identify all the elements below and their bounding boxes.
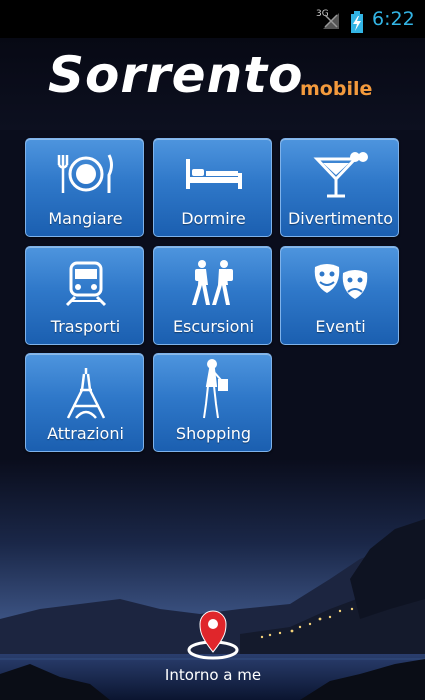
- train-icon: [26, 259, 145, 307]
- tile-label: Escursioni: [172, 317, 255, 336]
- menu-tile-divertimento[interactable]: Divertimento: [280, 138, 399, 237]
- menu-tile-dormire[interactable]: Dormire: [153, 138, 272, 237]
- app-main: Sorrento mobile Mangiare Dormire Diverti…: [0, 38, 425, 700]
- cocktail-icon: [281, 151, 400, 199]
- hikers-icon: [154, 259, 273, 307]
- plate-cutlery-icon: [26, 151, 145, 199]
- menu-tile-eventi[interactable]: Eventi: [280, 246, 399, 345]
- shopper-icon: [154, 359, 273, 419]
- tile-label: Trasporti: [50, 317, 121, 336]
- tile-label: Shopping: [175, 424, 252, 443]
- tile-label: Mangiare: [48, 209, 123, 228]
- battery-charging-icon: [351, 11, 363, 33]
- menu-tile-mangiare[interactable]: Mangiare: [25, 138, 144, 237]
- menu-tile-trasporti[interactable]: Trasporti: [25, 246, 144, 345]
- clock: 6:22: [372, 8, 415, 30]
- bed-icon: [154, 151, 273, 199]
- location-pin-icon: [187, 610, 239, 660]
- eiffel-tower-icon: [26, 366, 145, 419]
- menu-tile-escursioni[interactable]: Escursioni: [153, 246, 272, 345]
- app-logo-subtitle: mobile: [300, 78, 373, 100]
- tile-label: Divertimento: [287, 209, 393, 228]
- around-me-button[interactable]: Intorno a me: [158, 604, 268, 694]
- around-me-label: Intorno a me: [164, 666, 262, 684]
- tile-label: Attrazioni: [47, 424, 124, 443]
- menu-tile-attrazioni[interactable]: Attrazioni: [25, 353, 144, 452]
- signal-icon: [323, 13, 339, 29]
- menu-tile-shopping[interactable]: Shopping: [153, 353, 272, 452]
- theater-masks-icon: [281, 259, 400, 307]
- app-logo-title: Sorrento: [48, 46, 304, 104]
- header: Sorrento mobile: [0, 38, 425, 130]
- status-bar: 3G 6:22: [0, 0, 425, 38]
- tile-label: Eventi: [315, 317, 366, 336]
- tile-label: Dormire: [181, 209, 246, 228]
